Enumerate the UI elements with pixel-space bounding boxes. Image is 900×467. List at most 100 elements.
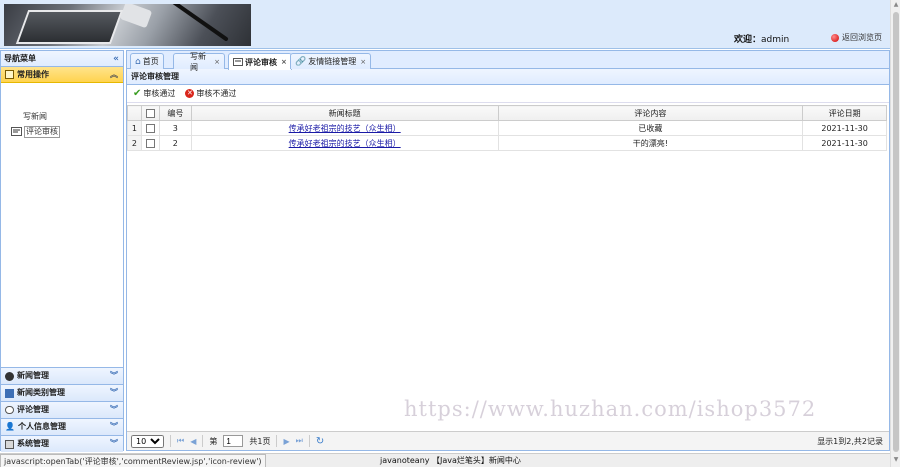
row-checkbox[interactable] xyxy=(145,138,155,148)
main-panel: ⌂ 首页 写新闻 × 评论审核 × 🔗 友情链接管理 × 评论审核管理 ✔ 审核… xyxy=(126,50,890,451)
rownum-header xyxy=(127,105,142,121)
sidebar-title: 导航菜单 xyxy=(4,54,36,63)
chevron-down-icon[interactable]: ︾ xyxy=(110,368,118,384)
column-header[interactable]: 新闻标题 xyxy=(190,105,499,121)
close-icon[interactable]: × xyxy=(360,58,366,66)
category-icon xyxy=(5,388,14,398)
column-header[interactable]: 评论内容 xyxy=(497,105,804,121)
system-icon xyxy=(5,439,14,449)
table-row[interactable]: 2 2 传承好老祖宗的技艺（众生相） 干的漂亮! 2021-11-30 xyxy=(127,135,887,151)
group-label: 新闻管理 xyxy=(17,371,49,380)
chevron-down-icon[interactable]: ︾ xyxy=(110,402,118,418)
tab-write-news[interactable]: 写新闻 × xyxy=(173,52,225,72)
sidebar-group-news[interactable]: 新闻管理 ︾ xyxy=(1,367,123,384)
next-page-icon[interactable]: ▶ xyxy=(283,437,289,446)
sidebar-item-label: 写新闻 xyxy=(23,112,47,121)
close-icon[interactable]: × xyxy=(281,58,287,66)
page-size-select[interactable]: 10 xyxy=(131,434,164,448)
page-prefix: 第 xyxy=(209,436,218,446)
pagination-bar: 10 ⏮ ◀ 第 共1页 ▶ ⏭ ↻ 显示1到2,共2记录 xyxy=(127,431,889,450)
comment-table: 编号 新闻标题 评论内容 评论日期 1 3 传承好老祖宗的技艺（众生相） 已收藏… xyxy=(127,105,887,151)
date-cell: 2021-11-30 xyxy=(802,120,887,136)
sidebar-group-system[interactable]: 系统管理 ︾ xyxy=(1,435,123,452)
title-cell: 传承好老祖宗的技艺（众生相） xyxy=(190,135,499,151)
row-number: 1 xyxy=(127,120,142,136)
table-row[interactable]: 1 3 传承好老祖宗的技艺（众生相） 已收藏 2021-11-30 xyxy=(127,120,887,136)
review-icon xyxy=(11,127,22,136)
group-label: 新闻类别管理 xyxy=(17,388,65,397)
scroll-thumb[interactable] xyxy=(893,12,899,452)
sidebar-item-write-news[interactable]: 写新闻 xyxy=(11,109,123,124)
approve-button[interactable]: ✔ 审核通过 xyxy=(133,88,175,99)
refresh-icon[interactable]: ↻ xyxy=(316,436,324,447)
cancel-icon: ✕ xyxy=(185,89,195,98)
table-header-row: 编号 新闻标题 评论内容 评论日期 xyxy=(127,105,887,121)
scroll-up-icon[interactable]: ▲ xyxy=(892,1,900,9)
row-checkbox-cell xyxy=(140,135,160,151)
select-all-header xyxy=(140,105,160,121)
first-page-icon[interactable]: ⏮ xyxy=(177,436,184,446)
chevron-down-icon[interactable]: ︾ xyxy=(110,419,118,435)
back-to-site-link[interactable]: 返回浏览页 xyxy=(831,32,882,43)
group-label: 系统管理 xyxy=(17,439,49,448)
status-url: javascript:openTab('评论审核','commentReview… xyxy=(0,454,266,467)
news-title-link[interactable]: 传承好老祖宗的技艺（众生相） xyxy=(289,139,401,148)
banner-image xyxy=(4,4,251,46)
news-title-link[interactable]: 传承好老祖宗的技艺（众生相） xyxy=(289,124,401,133)
row-number: 2 xyxy=(127,135,142,151)
page-number-input[interactable] xyxy=(223,435,244,447)
check-icon: ✔ xyxy=(133,88,142,99)
news-icon xyxy=(5,371,14,381)
chevron-up-icon[interactable]: ︽ xyxy=(110,67,118,83)
sidebar-item-comment-review[interactable]: 评论审核 xyxy=(11,124,123,139)
back-icon xyxy=(831,33,839,42)
sidebar-group-profile[interactable]: 👤 个人信息管理 ︾ xyxy=(1,418,123,435)
column-header[interactable]: 编号 xyxy=(158,105,192,121)
id-cell: 2 xyxy=(158,135,192,151)
row-checkbox[interactable] xyxy=(145,123,155,133)
comment-icon xyxy=(5,406,14,414)
toolbar: ✔ 审核通过 ✕ 审核不通过 xyxy=(127,85,889,103)
prev-page-icon[interactable]: ◀ xyxy=(190,437,196,446)
sidebar-group-comments[interactable]: 评论管理 ︾ xyxy=(1,401,123,418)
date-cell: 2021-11-30 xyxy=(802,135,887,151)
panel-title: 评论审核管理 xyxy=(127,69,889,85)
close-icon[interactable]: × xyxy=(214,58,220,66)
link-icon: 🔗 xyxy=(295,56,307,67)
tab-label: 友情链接管理 xyxy=(308,57,357,66)
review-icon xyxy=(233,58,243,66)
username: admin xyxy=(761,35,790,45)
row-checkbox-cell xyxy=(140,120,160,136)
group-label: 常用操作 xyxy=(17,69,49,79)
tab-comment-review[interactable]: 评论审核 × xyxy=(228,53,292,70)
sidebar: 导航菜单 « 常用操作 ︽ 写新闻 评论审核 新闻管理 ︾ 新闻类别管理 ︾ 评… xyxy=(0,50,124,452)
group-label: 评论管理 xyxy=(17,405,49,414)
sidebar-group-common[interactable]: 常用操作 ︽ xyxy=(1,67,123,83)
footer-text: javanoteany 【Java烂笔头】新闻中心 xyxy=(380,456,521,465)
page-total: 共1页 xyxy=(249,436,271,446)
scroll-down-icon[interactable]: ▼ xyxy=(892,456,900,464)
common-ops-icon xyxy=(5,70,14,79)
watermark-text: https://www.huzhan.com/ishop3572 xyxy=(404,397,817,421)
tab-label: 写新闻 xyxy=(190,51,206,72)
home-icon: ⌂ xyxy=(135,56,141,67)
sidebar-group-news-category[interactable]: 新闻类别管理 ︾ xyxy=(1,384,123,401)
reject-button[interactable]: ✕ 审核不通过 xyxy=(185,88,236,99)
collapse-sidebar-icon[interactable]: « xyxy=(113,51,119,67)
select-all-checkbox[interactable] xyxy=(145,108,155,118)
reject-label: 审核不通过 xyxy=(196,89,237,98)
tab-home[interactable]: ⌂ 首页 xyxy=(130,53,164,69)
status-bar: javascript:openTab('评论审核','commentReview… xyxy=(0,453,890,467)
last-page-icon[interactable]: ⏭ xyxy=(296,436,303,446)
chevron-down-icon[interactable]: ︾ xyxy=(110,385,118,401)
tab-label: 首页 xyxy=(142,57,159,66)
approve-label: 审核通过 xyxy=(143,89,176,98)
page-scrollbar[interactable]: ▲ ▼ xyxy=(890,0,900,467)
column-header[interactable]: 评论日期 xyxy=(802,105,887,121)
tab-bar: ⌂ 首页 写新闻 × 评论审核 × 🔗 友情链接管理 × xyxy=(127,51,889,72)
welcome-text: 欢迎：admin xyxy=(734,35,790,45)
title-cell: 传承好老祖宗的技艺（众生相） xyxy=(190,120,499,136)
chevron-down-icon[interactable]: ︾ xyxy=(110,436,118,452)
group-label: 个人信息管理 xyxy=(17,422,66,431)
tab-friend-links[interactable]: 🔗 友情链接管理 × xyxy=(290,53,372,69)
